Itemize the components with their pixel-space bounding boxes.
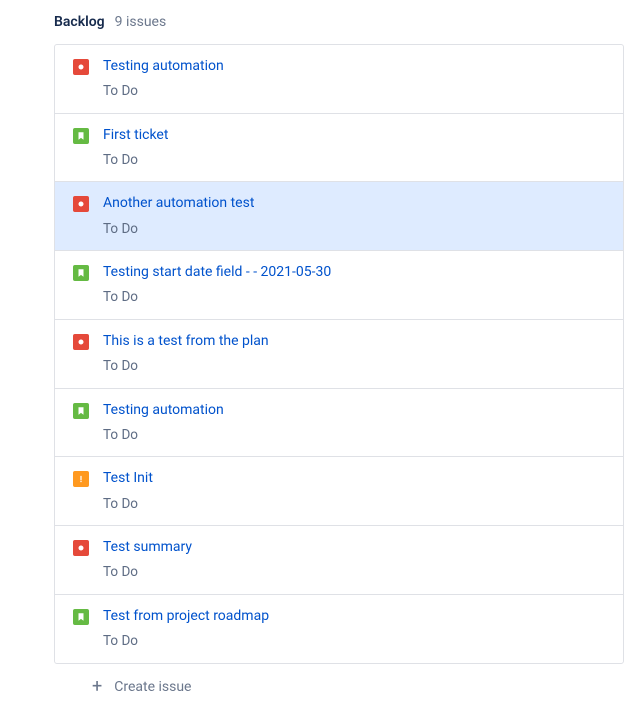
issue-row[interactable]: Another automation test To Do xyxy=(55,182,623,251)
issue-row[interactable]: Testing automation To Do xyxy=(55,389,623,458)
task-icon xyxy=(73,471,89,487)
issue-title: Test from project roadmap xyxy=(103,607,269,625)
bug-icon xyxy=(73,59,89,75)
story-icon xyxy=(73,265,89,281)
story-icon xyxy=(73,403,89,419)
issue-content: Test from project roadmap To Do xyxy=(103,607,269,651)
issue-content: Testing automation To Do xyxy=(103,57,224,101)
issue-content: Test Init To Do xyxy=(103,469,153,513)
issue-content: Testing automation To Do xyxy=(103,401,224,445)
issue-status: To Do xyxy=(103,633,269,651)
bug-icon xyxy=(73,196,89,212)
backlog-title: Backlog xyxy=(54,14,105,30)
issue-status: To Do xyxy=(103,152,168,170)
issue-status: To Do xyxy=(103,564,192,582)
issue-row[interactable]: Test summary To Do xyxy=(55,526,623,595)
issue-title: Test summary xyxy=(103,538,192,556)
issue-row[interactable]: Test Init To Do xyxy=(55,457,623,526)
issue-row[interactable]: Testing start date field - - 2021-05-30 T… xyxy=(55,251,623,320)
issue-title: First ticket xyxy=(103,126,168,144)
plus-icon: + xyxy=(92,678,102,696)
issue-title: Another automation test xyxy=(103,194,254,212)
issue-status: To Do xyxy=(103,221,254,239)
issue-status: To Do xyxy=(103,289,331,307)
issue-content: This is a test from the plan To Do xyxy=(103,332,269,376)
issue-content: Testing start date field - - 2021-05-30 T… xyxy=(103,263,331,307)
issue-status: To Do xyxy=(103,427,224,445)
issue-status: To Do xyxy=(103,496,153,514)
issue-row[interactable]: Test from project roadmap To Do xyxy=(55,595,623,663)
backlog-header: Backlog 9 issues xyxy=(0,0,624,44)
issue-status: To Do xyxy=(103,83,224,101)
issue-row[interactable]: Testing automation To Do xyxy=(55,45,623,114)
issue-title: Test Init xyxy=(103,469,153,487)
issue-title: Testing start date field - - 2021-05-30 xyxy=(103,263,331,281)
bug-icon xyxy=(73,540,89,556)
issue-title: This is a test from the plan xyxy=(103,332,269,350)
issue-count: 9 issues xyxy=(115,14,167,30)
issue-title: Testing automation xyxy=(103,57,224,75)
issue-row[interactable]: First ticket To Do xyxy=(55,114,623,183)
issue-content: Test summary To Do xyxy=(103,538,192,582)
issue-title: Testing automation xyxy=(103,401,224,419)
story-icon xyxy=(73,609,89,625)
issue-status: To Do xyxy=(103,358,269,376)
issue-list: Testing automation To Do First ticket To Do… xyxy=(54,44,624,664)
create-issue-label: Create issue xyxy=(114,679,191,695)
bug-icon xyxy=(73,334,89,350)
issue-row[interactable]: This is a test from the plan To Do xyxy=(55,320,623,389)
create-issue-button[interactable]: + Create issue xyxy=(0,664,624,710)
story-icon xyxy=(73,128,89,144)
issue-content: First ticket To Do xyxy=(103,126,168,170)
issue-content: Another automation test To Do xyxy=(103,194,254,238)
